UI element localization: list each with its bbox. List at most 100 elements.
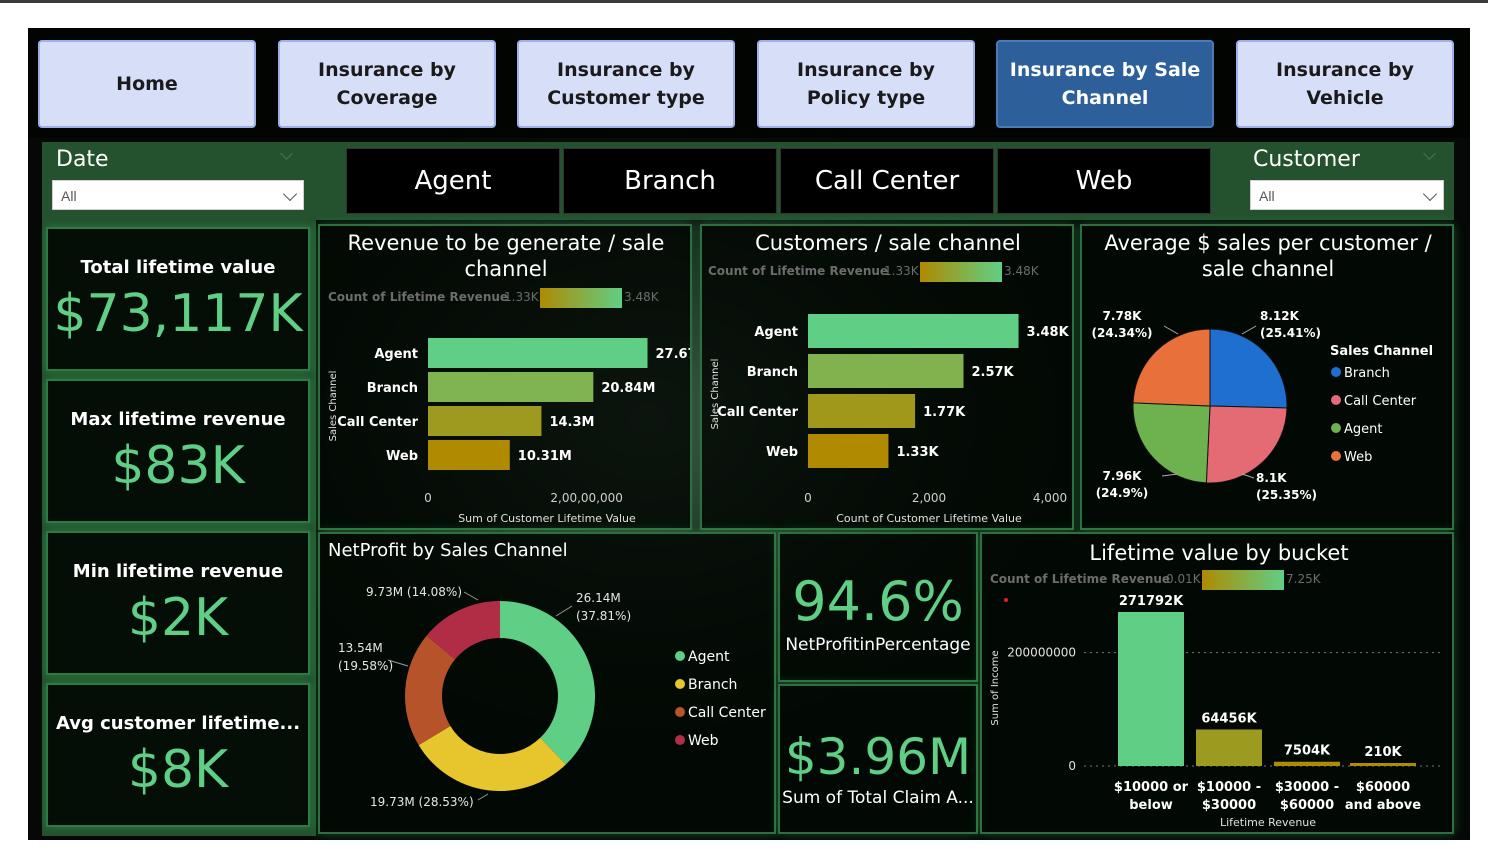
- slice-value-label: 8.1K: [1256, 471, 1287, 485]
- category-label: $30000 -: [1275, 780, 1339, 795]
- slice-percent-label: (37.81%): [576, 609, 631, 623]
- bar-web: [808, 434, 889, 468]
- bar-agent: [428, 338, 648, 368]
- slice-percent-label: (19.58%): [338, 659, 393, 673]
- kpi-label: Max lifetime revenue: [70, 409, 286, 430]
- legend-max: 3.48K: [1004, 264, 1040, 278]
- category-label: $10000 or: [1114, 780, 1189, 795]
- legend-title: Sales Channel: [1330, 344, 1433, 359]
- legend-min: 0.01K: [1166, 572, 1202, 586]
- channel-tile-agent[interactable]: Agent: [346, 148, 560, 214]
- x-tick-label: 0: [424, 491, 432, 505]
- tile-label: Agent: [414, 166, 492, 196]
- customers-bar-chart: Count of Lifetime Revenue1.33K 3.48KAgent…: [708, 262, 1070, 525]
- slice-percent-label: (24.9%): [1096, 486, 1149, 500]
- data-label: 210K: [1364, 745, 1402, 760]
- legend-item: Web: [688, 733, 719, 749]
- nav-vehicle-button[interactable]: Insurance by Vehicle: [1236, 40, 1454, 128]
- x-tick-label: 4,000: [1033, 491, 1067, 505]
- legend-max: 7.25K: [1286, 572, 1322, 586]
- bar-branch: [428, 372, 594, 402]
- data-label: 7504K: [1284, 744, 1331, 759]
- bar-branch: [808, 354, 964, 388]
- category-label: Agent: [754, 325, 798, 340]
- chevron-down-icon: [282, 186, 298, 202]
- legend-dot: [675, 707, 685, 717]
- data-label: 3.48K: [1027, 325, 1070, 340]
- category-label: Call Center: [337, 415, 418, 430]
- slice-percent-label: (24.34%): [1092, 326, 1153, 340]
- data-label: 1.77K: [923, 405, 966, 420]
- bar-agent: [808, 314, 1019, 348]
- slice-value-label: 26.14M: [576, 591, 621, 605]
- legend-min: 1.33K: [504, 290, 540, 304]
- leader-line: [1241, 473, 1255, 479]
- customer-dropdown[interactable]: All: [1250, 180, 1444, 210]
- data-label: 14.3M: [549, 415, 594, 430]
- category-label: Branch: [747, 365, 798, 380]
- customer-slicer-title: Customer: [1253, 147, 1360, 172]
- customers-chart-panel: Customers / sale channel Count of Lifeti…: [700, 224, 1074, 530]
- channel-tile-call-center[interactable]: Call Center: [780, 148, 994, 214]
- date-dropdown[interactable]: All: [52, 180, 304, 210]
- leader-line: [1163, 325, 1179, 335]
- y-tick-label: 200000000: [1007, 646, 1076, 660]
- legend-item: Agent: [1344, 422, 1382, 437]
- category-label: $10000 -: [1197, 780, 1261, 795]
- lifetime-bucket-chart-panel: Lifetime value by bucket Count of Lifeti…: [980, 532, 1454, 834]
- nav-customer-type-button[interactable]: Insurance by Customer type: [517, 40, 735, 128]
- bar-bucket-3: [1274, 761, 1340, 766]
- card-value: 94.6%: [792, 570, 964, 633]
- channel-tile-branch[interactable]: Branch: [563, 148, 777, 214]
- kpi-label: Min lifetime revenue: [72, 561, 284, 582]
- data-label: 271792K: [1119, 594, 1184, 609]
- kpi-max-lifetime-revenue: Max lifetime revenue $83K: [46, 379, 310, 523]
- category-label: and above: [1345, 798, 1421, 813]
- data-label: 2.57K: [971, 365, 1014, 380]
- leader-line: [1241, 325, 1257, 335]
- window-top-border: [0, 0, 1488, 3]
- kpi-value: $73,117K: [53, 284, 303, 344]
- chevron-down-icon: [1422, 186, 1438, 202]
- card-value: $3.96M: [784, 728, 972, 786]
- kpi-avg-customer-lifetime: Avg customer lifetime... $8K: [46, 683, 310, 827]
- x-tick-label: 2,000: [912, 491, 946, 505]
- nav-label: Insurance by Vehicle: [1276, 59, 1414, 109]
- leader-line: [463, 591, 479, 601]
- customer-dropdown-value: All: [1259, 188, 1275, 204]
- card-label: Sum of Total Claim A...: [782, 788, 974, 808]
- nav-home-button[interactable]: Home: [38, 40, 256, 128]
- legend-gradient: [540, 288, 622, 308]
- data-label: 10.31M: [518, 449, 572, 464]
- nav-policy-type-button[interactable]: Insurance by Policy type: [757, 40, 975, 128]
- x-tick-label: 0: [804, 491, 812, 505]
- y-tick-label: 0: [1068, 759, 1076, 773]
- x-axis-label: Count of Customer Lifetime Value: [836, 512, 1022, 525]
- bar-call-center: [428, 406, 542, 436]
- kpi-label: Avg customer lifetime...: [55, 713, 301, 734]
- kpi-value: $8K: [127, 740, 229, 800]
- channel-tile-web[interactable]: Web: [997, 148, 1211, 214]
- legend-item: Branch: [688, 677, 737, 693]
- legend-item: Branch: [1344, 366, 1390, 381]
- x-tick-label: 2,00,00,000: [550, 491, 623, 505]
- slice-value-label: 8.12K: [1260, 309, 1300, 323]
- bar-bucket-2: [1196, 729, 1262, 766]
- nav-label: Insurance by Policy type: [797, 59, 935, 109]
- legend-item: Web: [1344, 450, 1372, 465]
- kpi-min-lifetime-revenue: Min lifetime revenue $2K: [46, 531, 310, 675]
- tile-label: Web: [1075, 166, 1133, 196]
- nav-sale-channel-button[interactable]: Insurance by Sale Channel: [996, 40, 1214, 128]
- bar-web: [428, 440, 510, 470]
- revenue-bar-chart: Count of Lifetime Revenue1.33K 3.48K Agent…: [328, 288, 690, 525]
- legend-dot: [675, 651, 685, 661]
- legend-dot: [1331, 367, 1341, 377]
- nav-coverage-button[interactable]: Insurance by Coverage: [278, 40, 496, 128]
- leader-line: [555, 605, 573, 617]
- x-axis-label: Lifetime Revenue: [1220, 816, 1316, 829]
- pie-slice-web: [1132, 328, 1211, 407]
- category-label: Web: [386, 449, 418, 464]
- total-claim-card: $3.96M Sum of Total Claim A...: [778, 684, 978, 834]
- category-label: Branch: [367, 381, 418, 396]
- report-canvas: Home Insurance by Coverage Insurance by …: [28, 28, 1470, 840]
